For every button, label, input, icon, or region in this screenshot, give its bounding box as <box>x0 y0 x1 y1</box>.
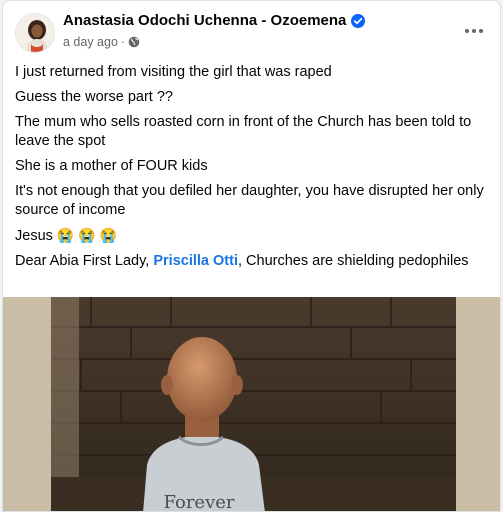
post-card: Anastasia Odochi Uchenna - Ozoemena a da… <box>2 0 501 512</box>
shirt-text: Forever <box>163 492 234 512</box>
author-avatar[interactable] <box>15 13 55 53</box>
post-photo[interactable]: Forever <box>3 297 500 512</box>
post-text: I just returned from visiting the girl t… <box>15 63 495 277</box>
post-header: Anastasia Odochi Uchenna - Ozoemena a da… <box>3 1 500 61</box>
post-paragraph: I just returned from visiting the girl t… <box>15 64 332 80</box>
mention-link[interactable]: Priscilla Otti <box>153 253 238 269</box>
post-paragraph: Guess the worse part ?? <box>15 89 173 105</box>
photo-image[interactable]: Forever <box>51 297 456 512</box>
more-options-button[interactable] <box>462 19 486 43</box>
post-paragraph: She is a mother of FOUR kids <box>15 158 208 174</box>
meta-separator: · <box>120 35 126 49</box>
author-name[interactable]: Anastasia Odochi Uchenna - Ozoemena <box>63 12 366 29</box>
author-name-text[interactable]: Anastasia Odochi Uchenna - Ozoemena <box>63 12 346 29</box>
crying-face-emoji: 😭 <box>78 227 96 243</box>
verified-badge-icon <box>351 13 366 28</box>
post-paragraph-jesus: Jesus 😭 😭 😭 <box>15 226 495 246</box>
globe-icon[interactable] <box>128 36 140 48</box>
post-paragraph: The mum who sells roasted corn in front … <box>15 114 472 149</box>
closing-suffix: , Churches are shielding pedophiles <box>237 253 469 269</box>
closing-prefix: Dear Abia First Lady, <box>15 253 150 269</box>
crying-face-emoji: 😭 <box>99 227 118 243</box>
jesus-text: Jesus <box>15 228 53 244</box>
crying-face-emoji: 😭 <box>56 227 75 243</box>
post-paragraph: It's not enough that you defiled her dau… <box>15 183 484 218</box>
post-timestamp[interactable]: a day ago <box>63 35 118 49</box>
post-meta: a day ago · <box>63 35 140 49</box>
more-horizontal-icon <box>465 29 483 33</box>
post-paragraph-closing: Dear Abia First Lady, Priscilla Otti, Ch… <box>15 252 495 271</box>
